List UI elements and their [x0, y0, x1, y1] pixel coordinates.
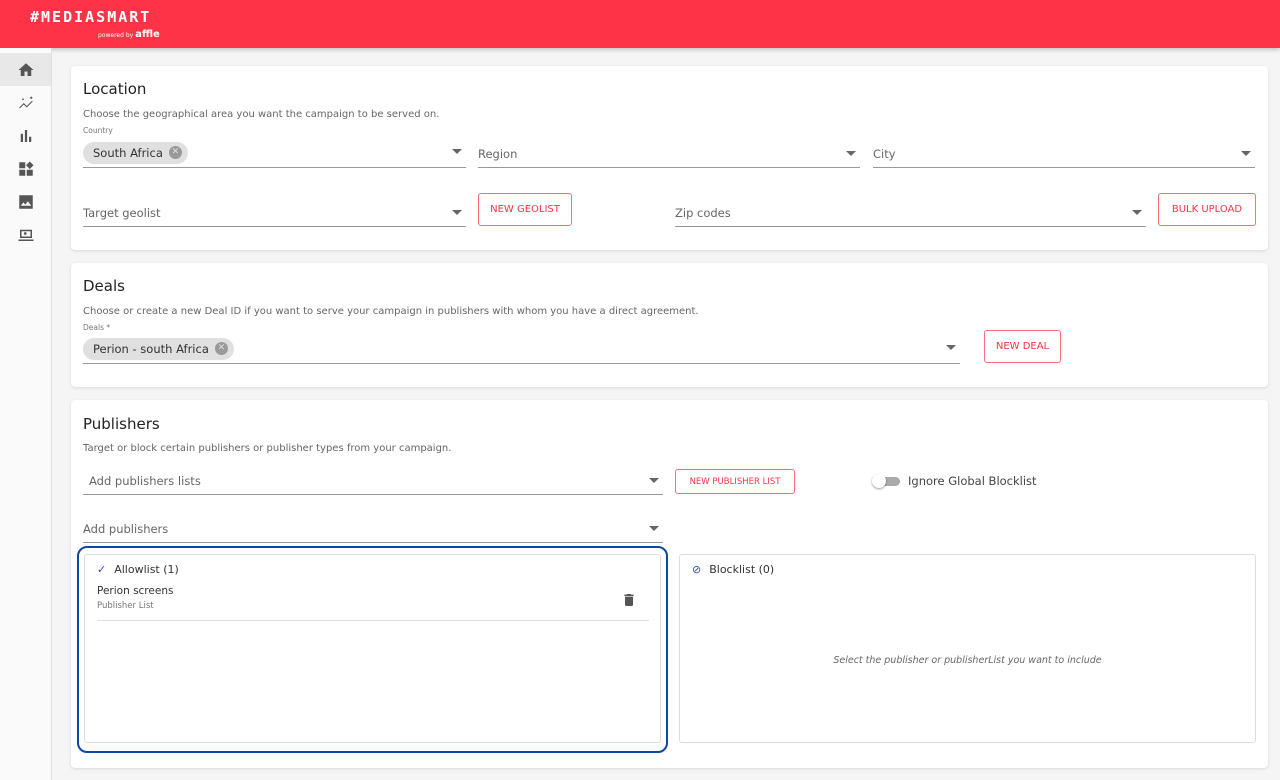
- dropdown-arrow-icon: [846, 151, 856, 156]
- sidebar-item-insights[interactable]: [0, 86, 51, 119]
- allowlist-highlight: [77, 546, 668, 753]
- sidebar-item-widgets[interactable]: [0, 152, 51, 185]
- blocklist-title: Blocklist (0): [709, 563, 775, 576]
- target-geolist-select[interactable]: Target geolist: [83, 199, 466, 227]
- publisher-lists-select[interactable]: Add publishers lists: [83, 467, 663, 495]
- deals-description: Choose or create a new Deal ID if you wa…: [83, 306, 699, 317]
- sidebar-item-creatives[interactable]: [0, 185, 51, 218]
- sidebar-item-inventory[interactable]: [0, 218, 51, 251]
- image-icon: [18, 194, 33, 209]
- sidebar-item-reports[interactable]: [0, 119, 51, 152]
- city-select[interactable]: City: [873, 140, 1255, 168]
- publishers-description: Target or block certain publishers or pu…: [83, 443, 452, 454]
- country-select[interactable]: South Africa ✕: [83, 138, 466, 168]
- deal-chip: Perion - south Africa ✕: [83, 337, 234, 360]
- dropdown-arrow-icon: [946, 345, 956, 350]
- new-geolist-button[interactable]: NEW GEOLIST: [478, 193, 572, 226]
- laptop-search-icon: [18, 229, 33, 241]
- geolist-placeholder: Target geolist: [83, 205, 161, 220]
- publishers-card: Publishers Target or block certain publi…: [71, 400, 1268, 768]
- new-deal-button[interactable]: NEW DEAL: [984, 330, 1061, 363]
- dropdown-arrow-icon: [452, 149, 462, 154]
- lists-placeholder: Add publishers lists: [89, 473, 201, 488]
- city-placeholder: City: [873, 146, 896, 161]
- home-icon: [18, 62, 33, 76]
- region-select[interactable]: Region: [478, 140, 860, 168]
- dropdown-arrow-icon: [1132, 210, 1142, 215]
- block-icon: ⊘: [692, 563, 702, 576]
- location-description: Choose the geographical area you want th…: [83, 109, 440, 120]
- chip-label: Perion - south Africa: [93, 341, 209, 356]
- widgets-icon: [18, 161, 33, 176]
- zip-codes-select[interactable]: Zip codes: [675, 199, 1146, 227]
- toggle-label: Ignore Global Blocklist: [908, 474, 1037, 488]
- dropdown-arrow-icon: [649, 526, 659, 531]
- sidebar-item-home[interactable]: [0, 53, 51, 86]
- chip-label: South Africa: [93, 145, 163, 160]
- bulk-upload-button[interactable]: BULK UPLOAD: [1158, 193, 1256, 226]
- blocklist-header: ⊘ Blocklist (0): [692, 563, 774, 576]
- bar-chart-icon: [20, 129, 31, 142]
- logo-powered-by: powered by affle: [98, 29, 160, 40]
- country-chip: South Africa ✕: [83, 141, 188, 164]
- deals-title: Deals: [83, 277, 125, 295]
- publishers-placeholder: Add publishers: [83, 521, 169, 536]
- ignore-global-blocklist-toggle[interactable]: [872, 474, 900, 488]
- remove-chip-icon[interactable]: ✕: [168, 146, 182, 159]
- deals-label: Deals *: [83, 323, 111, 332]
- logo[interactable]: #MEDIASMART: [30, 8, 151, 26]
- dropdown-arrow-icon: [649, 478, 659, 483]
- zip-placeholder: Zip codes: [675, 205, 731, 220]
- location-title: Location: [83, 80, 147, 98]
- dropdown-arrow-icon: [452, 210, 462, 215]
- location-card: Location Choose the geographical area yo…: [71, 66, 1268, 250]
- publishers-title: Publishers: [83, 415, 160, 433]
- new-publisher-list-button[interactable]: NEW PUBLISHER LIST: [675, 469, 795, 494]
- sidebar: [0, 48, 52, 780]
- add-publishers-select[interactable]: Add publishers: [83, 515, 663, 543]
- country-label: Country: [83, 126, 113, 135]
- dropdown-arrow-icon: [1241, 151, 1251, 156]
- deals-card: Deals Choose or create a new Deal ID if …: [71, 263, 1268, 387]
- remove-chip-icon[interactable]: ✕: [214, 342, 228, 355]
- insights-icon: [18, 96, 33, 108]
- deals-select[interactable]: Perion - south Africa ✕: [83, 334, 960, 364]
- blocklist-empty-message: Select the publisher or publisherList yo…: [833, 655, 1102, 666]
- top-bar: #MEDIASMART powered by affle: [0, 0, 1280, 48]
- blocklist-panel: ⊘ Blocklist (0) Select the publisher or p…: [679, 554, 1256, 743]
- region-placeholder: Region: [478, 146, 518, 161]
